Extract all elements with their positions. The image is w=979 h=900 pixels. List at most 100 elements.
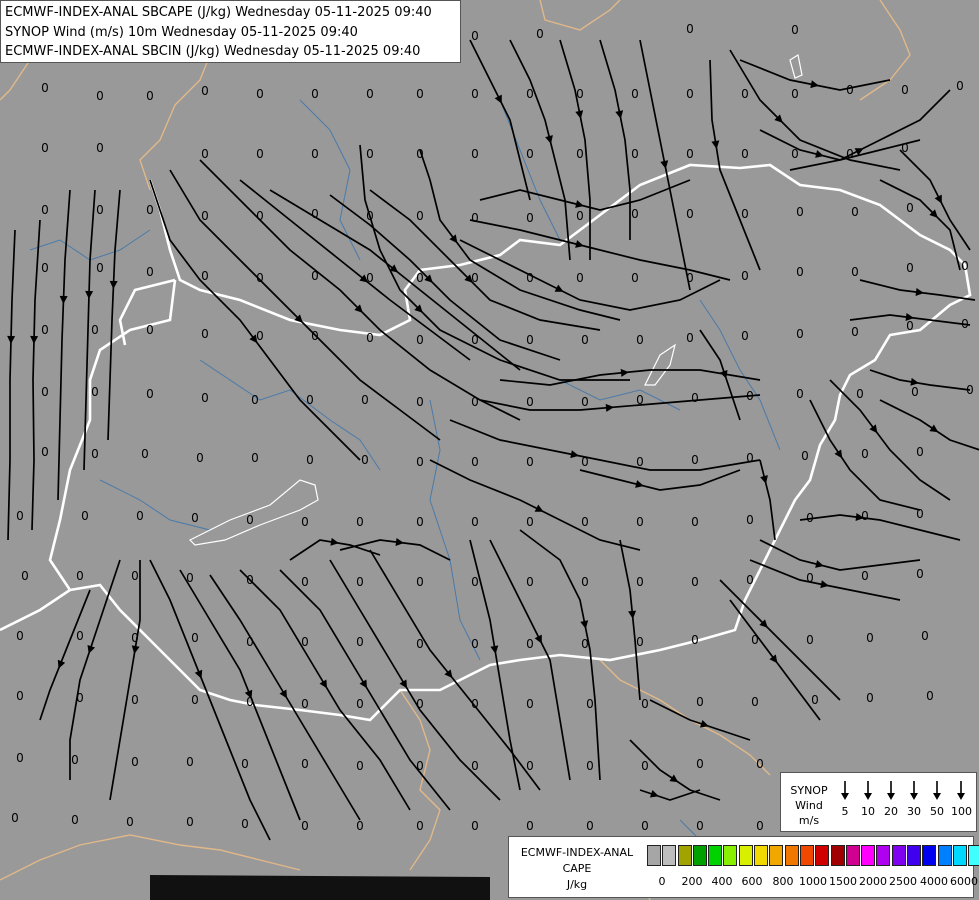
cape-value-35: 0 [791,147,799,161]
wind-speed-label: 30 [907,805,921,818]
cape-value-169: 0 [526,637,534,651]
cape-value-121: 0 [691,453,699,467]
cape-value-74: 0 [91,323,99,337]
cape-value-48: 0 [576,209,584,223]
cape-value-220: 0 [696,819,704,833]
cape-value-215: 0 [416,819,424,833]
cape-value-66: 0 [631,271,639,285]
cape-value-44: 0 [366,209,374,223]
cape-value-206: 0 [696,757,704,771]
cape-swatch-10 [799,845,814,866]
cape-value-217: 0 [526,819,534,833]
cape-value-62: 0 [416,271,424,285]
cape-value-32: 0 [631,147,639,161]
wind-speed-label: 50 [930,805,944,818]
cape-value-138: 0 [691,515,699,529]
wind-legend-title-2: Wind [795,799,823,812]
cape-value-4: 0 [41,81,49,95]
cape-value-40: 0 [146,203,154,217]
cape-value-20: 0 [901,83,909,97]
cape-value-8: 0 [256,87,264,101]
cape-value-148: 0 [301,575,309,589]
cape-value-70: 0 [851,265,859,279]
cape-value-93: 0 [146,387,154,401]
cape-value-168: 0 [471,637,479,651]
cape-tick-6000: 6000 [950,875,978,888]
cape-value-172: 0 [691,633,699,647]
cape-value-97: 0 [361,393,369,407]
cape-value-27: 0 [366,147,374,161]
cape-value-105: 0 [796,387,804,401]
cape-value-149: 0 [356,575,364,589]
cape-value-33: 0 [686,147,694,161]
cape-tick-600: 600 [741,875,763,888]
cape-value-218: 0 [586,819,594,833]
cape-value-130: 0 [246,513,254,527]
cape-legend-title-2: CAPE [562,862,592,875]
cape-tick-2000: 2000 [859,875,887,888]
cape-value-132: 0 [356,515,364,529]
cape-swatch-18 [922,845,937,866]
cape-value-54: 0 [906,201,914,215]
cape-value-43: 0 [311,207,319,221]
cape-value-131: 0 [301,515,309,529]
cape-value-71: 0 [906,261,914,275]
cape-value-174: 0 [806,633,814,647]
wind-speed-20-arrow: 20 [881,781,901,818]
cape-value-49: 0 [631,207,639,221]
cape-swatch-15 [876,845,891,866]
cape-value-134: 0 [471,515,479,529]
wind-speed-label: 100 [951,805,972,818]
cape-value-14: 0 [576,87,584,101]
cape-tick-400: 400 [711,875,733,888]
cape-value-47: 0 [526,211,534,225]
cape-value-155: 0 [691,575,699,589]
cape-value-22: 0 [41,141,49,155]
cape-value-125: 0 [916,445,924,459]
cape-value-29: 0 [471,147,479,161]
cape-value-90: 0 [961,317,969,331]
cape-value-79: 0 [366,331,374,345]
cape-value-13: 0 [526,87,534,101]
cape-value-124: 0 [861,447,869,461]
down-arrow-icon [887,781,895,800]
cape-value-17: 0 [741,87,749,101]
cape-value-188: 0 [641,697,649,711]
cape-value-76: 0 [201,327,209,341]
cape-value-68: 0 [741,269,749,283]
cape-value-129: 0 [191,511,199,525]
cape-value-189: 0 [696,695,704,709]
cape-value-19: 0 [846,83,854,97]
cape-value-184: 0 [416,697,424,711]
cape-value-107: 0 [911,385,919,399]
cape-swatch-6 [738,845,753,866]
wind-legend-title-1: SYNOP [790,784,828,797]
cape-value-115: 0 [361,453,369,467]
cape-value-179: 0 [131,693,139,707]
cape-value-109: 0 [41,445,49,459]
cape-value-10: 0 [366,87,374,101]
wind-speed-30-arrow: 30 [904,781,924,818]
cape-swatch-11 [815,845,830,866]
cape-value-214: 0 [356,819,364,833]
header-line-2: SYNOP Wind (m/s) 10m Wednesday 05-11-202… [5,24,358,40]
cape-value-177: 0 [16,689,24,703]
wind-speed-10-arrow: 10 [858,781,878,818]
cape-swatch-5 [723,845,738,866]
cape-value-158: 0 [861,569,869,583]
cape-value-207: 0 [756,757,764,771]
cape-value-65: 0 [576,271,584,285]
cape-value-85: 0 [686,331,694,345]
cape-value-144: 0 [76,569,84,583]
cape-value-128: 0 [136,509,144,523]
cape-value-50: 0 [686,207,694,221]
cape-value-12: 0 [471,87,479,101]
cape-value-9: 0 [311,87,319,101]
cape-value-46: 0 [471,211,479,225]
cape-value-136: 0 [581,515,589,529]
cape-value-152: 0 [526,575,534,589]
cape-value-187: 0 [586,697,594,711]
cape-value-199: 0 [301,757,309,771]
cape-value-185: 0 [471,697,479,711]
cape-value-24: 0 [201,147,209,161]
